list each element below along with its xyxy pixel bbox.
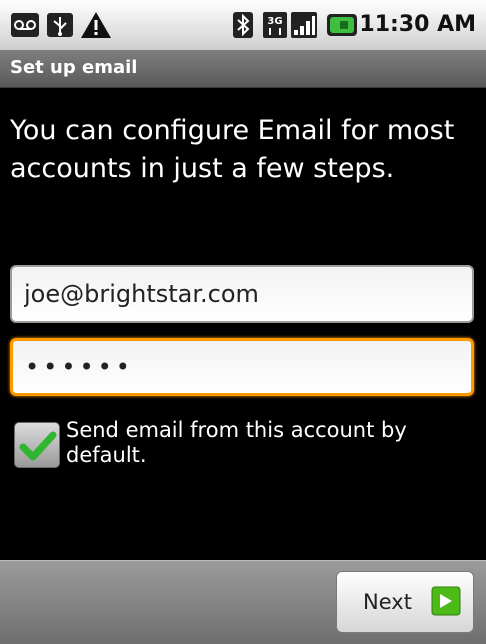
default-account-label: Send email from this account by default. bbox=[66, 418, 407, 467]
default-account-checkbox[interactable] bbox=[14, 422, 60, 468]
status-bar: 3G 11:30 AM bbox=[0, 0, 486, 50]
svg-text:3G: 3G bbox=[267, 16, 282, 27]
page-title: Set up email bbox=[10, 57, 138, 78]
signal-icon bbox=[291, 12, 317, 38]
3g-icon: 3G bbox=[263, 12, 287, 38]
bluetooth-icon bbox=[233, 12, 253, 38]
voicemail-icon bbox=[11, 13, 39, 37]
next-button[interactable]: Next bbox=[336, 571, 474, 633]
next-button-label: Next bbox=[363, 590, 412, 614]
intro-text: You can configure Email for most account… bbox=[10, 115, 455, 184]
usb-icon bbox=[47, 13, 73, 37]
battery-icon bbox=[327, 14, 357, 36]
arrow-right-icon bbox=[431, 586, 461, 616]
email-field[interactable] bbox=[10, 265, 474, 323]
title-bar: Set up email bbox=[0, 50, 486, 88]
password-field[interactable] bbox=[10, 338, 474, 396]
warning-icon bbox=[81, 12, 111, 38]
default-account-option[interactable]: Send email from this account by default. bbox=[12, 418, 482, 474]
status-time: 11:30 AM bbox=[359, 12, 476, 37]
check-mark-icon bbox=[19, 431, 57, 461]
bottom-bar: Next bbox=[0, 560, 486, 644]
